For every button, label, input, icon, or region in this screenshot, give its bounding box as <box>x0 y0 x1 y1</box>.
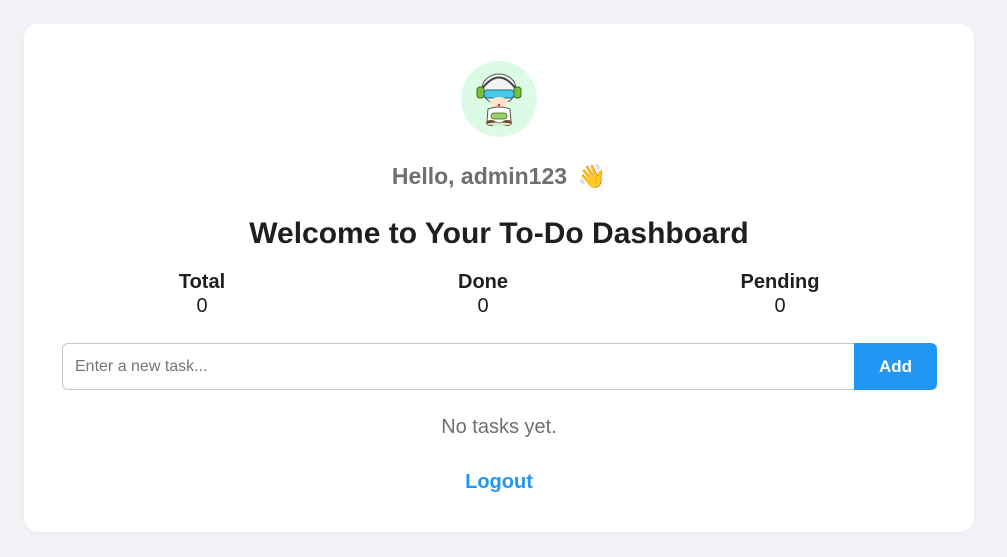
greeting: Hello, admin123 👋 <box>24 161 974 191</box>
stat-done-label: Done <box>458 271 508 293</box>
stat-pending: Pending 0 <box>700 270 860 318</box>
waving-hand-icon: 👋 <box>577 163 607 189</box>
stat-total-value: 0 <box>196 295 208 317</box>
add-task-button[interactable]: Add <box>854 343 937 390</box>
stat-total: Total 0 <box>122 270 282 318</box>
stat-done: Done 0 <box>403 270 563 318</box>
stat-pending-value: 0 <box>774 295 786 317</box>
dashboard-card: Hello, admin123 👋 Welcome to Your To-Do … <box>24 24 974 532</box>
user-avatar <box>461 61 537 137</box>
empty-task-message: No tasks yet. <box>441 416 557 438</box>
stat-total-label: Total <box>178 271 226 293</box>
new-task-input[interactable] <box>62 343 854 390</box>
gamer-character-avatar-icon <box>476 73 522 126</box>
logout-link[interactable]: Logout <box>24 469 974 495</box>
page-title: Welcome to Your To-Do Dashboard <box>249 217 749 250</box>
add-task-form: Add <box>62 343 937 390</box>
stat-pending-label: Pending <box>740 271 820 293</box>
stat-done-value: 0 <box>477 295 489 317</box>
greeting-text: Hello, admin123 <box>391 163 568 189</box>
